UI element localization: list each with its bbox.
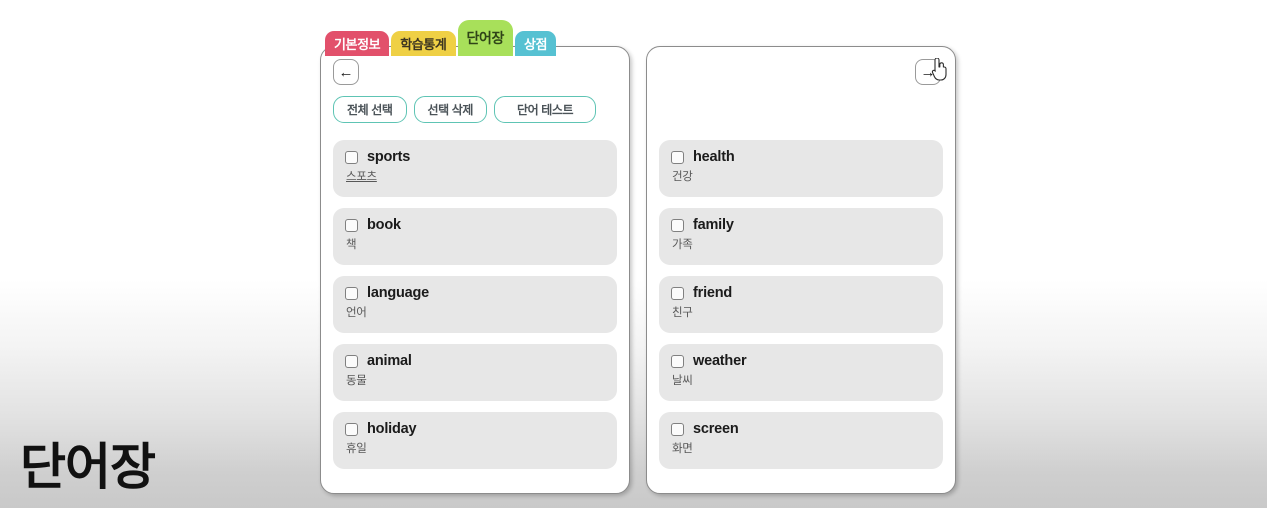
word-korean: 휴일 bbox=[346, 440, 605, 456]
word-card[interactable]: friend 친구 bbox=[659, 276, 943, 333]
right-word-list[interactable]: health 건강 family 가족 friend 친구 weather 날씨 screen 화… bbox=[659, 140, 943, 493]
word-korean: 스포츠 bbox=[346, 168, 605, 184]
word-card-header: weather bbox=[671, 353, 931, 369]
word-korean: 날씨 bbox=[672, 372, 931, 388]
action-button-bar: 전체 선택 선택 삭제단어 테스트 bbox=[333, 96, 596, 123]
word-english: friend bbox=[693, 285, 732, 301]
word-checkbox[interactable] bbox=[671, 287, 684, 300]
word-checkbox[interactable] bbox=[345, 151, 358, 164]
word-card[interactable]: holiday 휴일 bbox=[333, 412, 617, 469]
tab-strip: 기본정보학습통계단어장상점 bbox=[325, 14, 558, 56]
word-korean: 화면 bbox=[672, 440, 931, 456]
page-title: 단어장 bbox=[20, 442, 155, 492]
word-card[interactable]: book 책 bbox=[333, 208, 617, 265]
word-checkbox[interactable] bbox=[671, 219, 684, 232]
word-english: health bbox=[693, 149, 735, 165]
word-test-button[interactable]: 단어 테스트 bbox=[494, 96, 596, 123]
word-card[interactable]: health 건강 bbox=[659, 140, 943, 197]
word-korean: 언어 bbox=[346, 304, 605, 320]
word-english: animal bbox=[367, 353, 412, 369]
word-card-header: health bbox=[671, 149, 931, 165]
word-korean: 건강 bbox=[672, 168, 931, 184]
word-english: sports bbox=[367, 149, 410, 165]
word-card-header: book bbox=[345, 217, 605, 233]
word-checkbox[interactable] bbox=[345, 423, 358, 436]
word-card-header: screen bbox=[671, 421, 931, 437]
word-card[interactable]: animal 동물 bbox=[333, 344, 617, 401]
word-english: book bbox=[367, 217, 401, 233]
tab-2[interactable]: 학습통계 bbox=[391, 31, 455, 56]
word-korean: 친구 bbox=[672, 304, 931, 320]
word-english: weather bbox=[693, 353, 746, 369]
word-english: language bbox=[367, 285, 429, 301]
select-all-button[interactable]: 전체 선택 bbox=[333, 96, 407, 123]
delete-selected-button[interactable]: 선택 삭제 bbox=[414, 96, 488, 123]
word-checkbox[interactable] bbox=[671, 423, 684, 436]
left-word-panel: ← 전체 선택 선택 삭제단어 테스트 sports 스포츠 book 책 languag… bbox=[320, 46, 630, 494]
tab-3[interactable]: 단어장 bbox=[458, 20, 513, 56]
word-card[interactable]: family 가족 bbox=[659, 208, 943, 265]
word-checkbox[interactable] bbox=[345, 219, 358, 232]
arrow-right-icon[interactable]: → bbox=[915, 59, 941, 85]
word-english: screen bbox=[693, 421, 739, 437]
word-korean: 책 bbox=[346, 236, 605, 252]
word-card-header: family bbox=[671, 217, 931, 233]
word-card-header: holiday bbox=[345, 421, 605, 437]
word-card-header: sports bbox=[345, 149, 605, 165]
word-card[interactable]: sports 스포츠 bbox=[333, 140, 617, 197]
arrow-left-icon[interactable]: ← bbox=[333, 59, 359, 85]
word-card-header: language bbox=[345, 285, 605, 301]
word-checkbox[interactable] bbox=[671, 151, 684, 164]
tab-4[interactable]: 상점 bbox=[515, 31, 556, 56]
word-checkbox[interactable] bbox=[345, 355, 358, 368]
word-card-header: animal bbox=[345, 353, 605, 369]
tab-1[interactable]: 기본정보 bbox=[325, 31, 389, 56]
word-checkbox[interactable] bbox=[345, 287, 358, 300]
word-korean: 동물 bbox=[346, 372, 605, 388]
word-card[interactable]: screen 화면 bbox=[659, 412, 943, 469]
right-word-panel: → health 건강 family 가족 friend 친구 weather 날씨 scree… bbox=[646, 46, 956, 494]
word-english: holiday bbox=[367, 421, 416, 437]
vocabulary-app: 기본정보학습통계단어장상점 ← 전체 선택 선택 삭제단어 테스트 sports 스… bbox=[320, 14, 956, 494]
panels-row: ← 전체 선택 선택 삭제단어 테스트 sports 스포츠 book 책 languag… bbox=[320, 46, 956, 494]
word-english: family bbox=[693, 217, 734, 233]
word-card-header: friend bbox=[671, 285, 931, 301]
word-korean: 가족 bbox=[672, 236, 931, 252]
left-word-list[interactable]: sports 스포츠 book 책 language 언어 animal 동물 holiday 휴… bbox=[333, 140, 617, 493]
word-checkbox[interactable] bbox=[671, 355, 684, 368]
word-card[interactable]: weather 날씨 bbox=[659, 344, 943, 401]
word-card[interactable]: language 언어 bbox=[333, 276, 617, 333]
